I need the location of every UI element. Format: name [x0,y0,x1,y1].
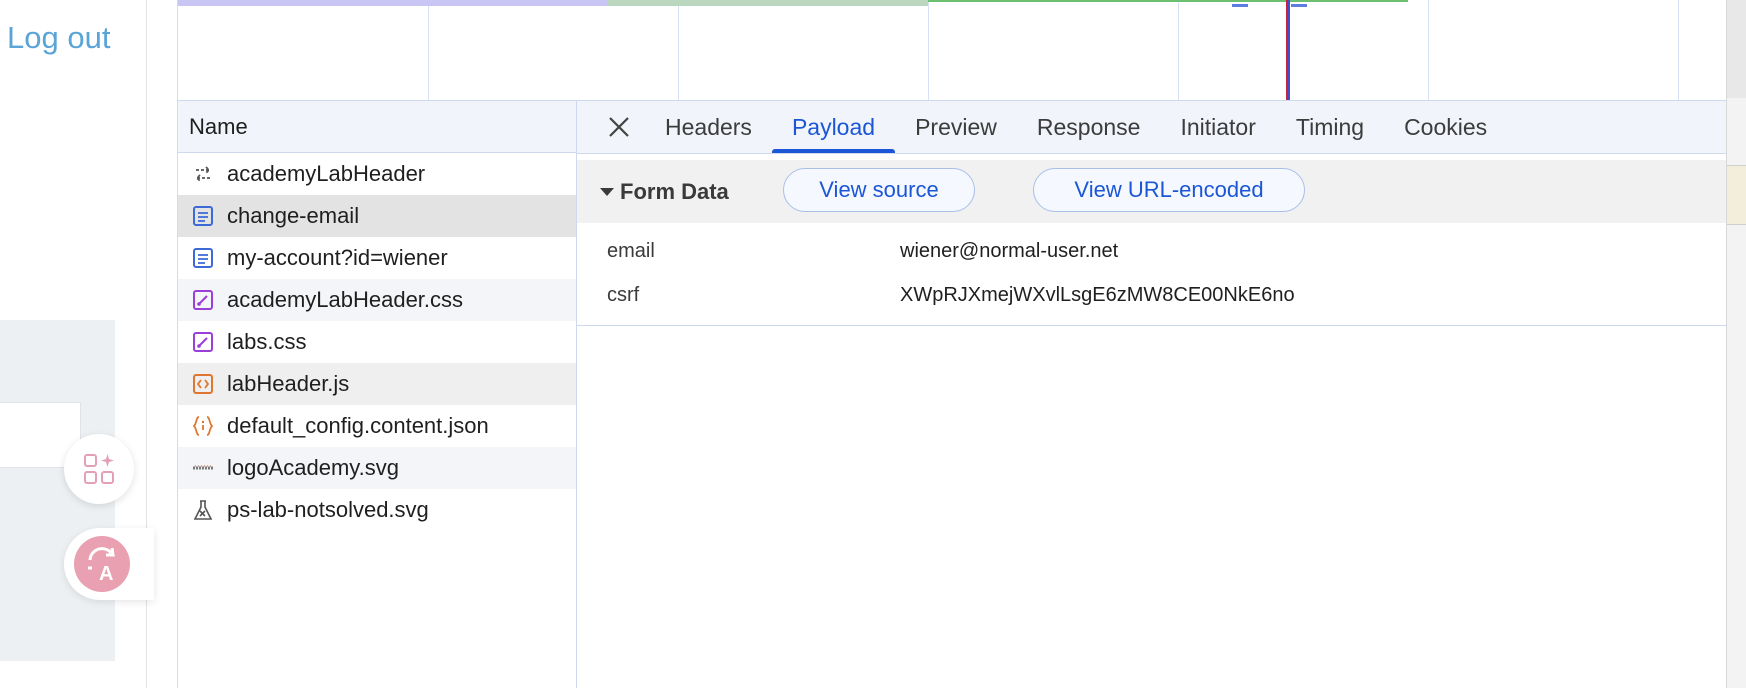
request-rows: academyLabHeader change-email my-account?i… [178,153,576,531]
param-row-csrf: csrf XWpRJXmejWXvlLsgE6zMW8CE00NkE6no [577,273,1727,317]
request-row[interactable]: change-email [178,195,576,237]
network-waterfall[interactable] [178,0,1727,101]
request-name: academyLabHeader.css [227,287,464,312]
waterfall-grid-line [1428,0,1429,100]
request-detail-pane: Headers Payload Preview Response Initiat… [577,101,1727,688]
document-icon [191,246,215,270]
apps-sparkle-button[interactable] [64,434,134,504]
websocket-icon [191,162,215,186]
request-row[interactable]: academyLabHeader [178,153,576,195]
tab-headers[interactable]: Headers [645,101,772,153]
caret-down-icon [600,187,614,196]
stylesheet-icon [191,330,215,354]
domcontentloaded-line [1288,0,1290,100]
view-source-button[interactable]: View source [783,168,975,212]
close-detail-button[interactable] [593,101,645,153]
form-data-toggle[interactable]: Form Data [600,179,729,205]
tab-preview[interactable]: Preview [895,101,1017,153]
request-row[interactable]: labs.css [178,321,576,363]
name-column-header[interactable]: Name [178,101,576,153]
tab-cookies[interactable]: Cookies [1384,101,1507,153]
json-icon [191,414,215,438]
param-key: email [607,239,655,262]
request-row[interactable]: ps-lab-notsolved.svg [178,489,576,531]
logout-link[interactable]: Log out [7,20,110,56]
form-data-section-header: Form Data View source View URL-encoded [577,160,1727,223]
svg-text:A: A [99,563,113,584]
request-list: Name academyLabHeader change-email my-acco… [178,101,577,688]
request-row[interactable]: my-account?id=wiener [178,237,576,279]
waterfall-grid-line [1678,0,1679,100]
tab-response[interactable]: Response [1017,101,1161,153]
tab-timing[interactable]: Timing [1276,101,1384,153]
waterfall-grid-line [428,0,429,100]
right-scroll-edge[interactable] [1726,0,1746,688]
request-name: academyLabHeader [227,161,426,186]
request-row[interactable]: logoAcademy.svg [178,447,576,489]
apps-sparkle-icon [84,454,114,484]
request-name: ps-lab-notsolved.svg [227,497,429,522]
waterfall-grid-line [1178,0,1179,100]
request-row[interactable]: labHeader.js [178,363,576,405]
right-edge-highlight [1727,165,1746,225]
param-key: csrf [607,283,640,306]
request-name: logoAcademy.svg [227,455,400,480]
request-name: default_config.content.json [227,413,489,438]
request-name: my-account?id=wiener [227,245,448,270]
form-data-params: email wiener@normal-user.net csrf XWpRJX… [577,223,1727,326]
tab-payload[interactable]: Payload [771,101,896,153]
flask-icon [191,498,215,522]
request-name: labHeader.js [227,371,350,396]
waterfall-grid-line [928,0,929,100]
script-icon [191,372,215,396]
image-icon [191,456,215,480]
waterfall-timing-bar [608,0,928,6]
right-edge-panel [1727,0,1746,98]
waterfall-timing-bar [928,0,1408,2]
request-row[interactable]: academyLabHeader.css [178,279,576,321]
param-value[interactable]: wiener@normal-user.net [900,240,1118,263]
request-row[interactable]: default_config.content.json [178,405,576,447]
param-row-email: email wiener@normal-user.net [577,229,1727,273]
translate-icon: A [88,547,115,584]
param-value[interactable]: XWpRJXmejWXvlLsgE6zMW8CE00NkE6no [900,284,1295,307]
devtools-network-panel: Name academyLabHeader change-email my-acco… [177,0,1727,688]
form-data-title: Form Data [620,178,729,204]
waterfall-timing-bar [1232,4,1248,7]
request-name: change-email [227,203,360,228]
waterfall-grid-line [678,0,679,100]
view-url-encoded-button[interactable]: View URL-encoded [1033,168,1305,212]
tab-initiator[interactable]: Initiator [1160,101,1275,153]
request-name: labs.css [227,329,307,354]
stylesheet-icon [191,288,215,312]
close-icon [609,117,629,137]
waterfall-timing-bar [1291,4,1307,7]
translate-button[interactable]: A [74,536,130,592]
detail-tab-bar: Headers Payload Preview Response Initiat… [577,101,1727,154]
document-icon [191,204,215,228]
